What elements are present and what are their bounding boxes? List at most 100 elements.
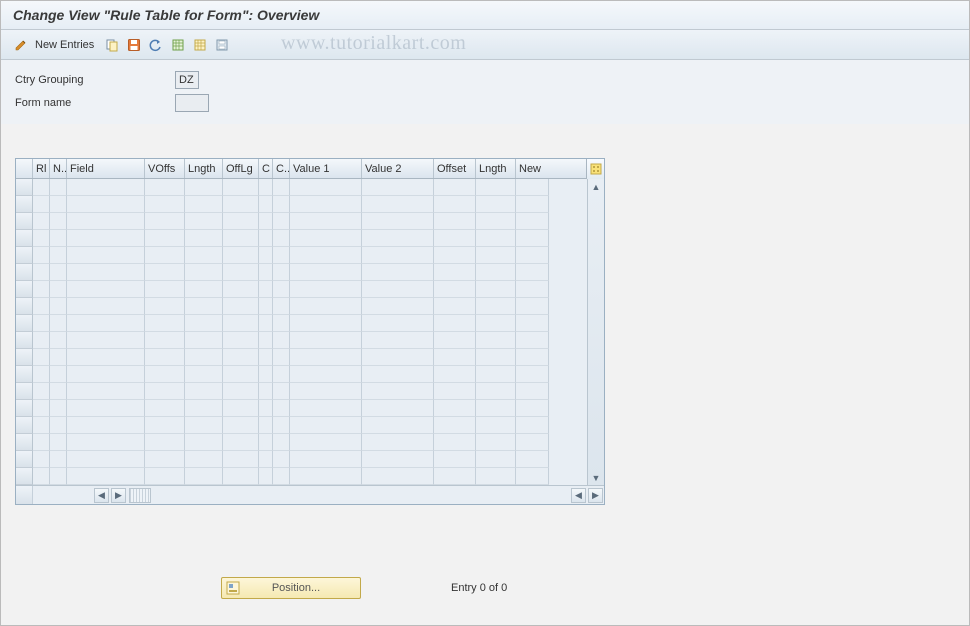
- table-cell[interactable]: [223, 417, 259, 434]
- column-n[interactable]: N..: [50, 159, 67, 178]
- table-row[interactable]: [16, 315, 587, 332]
- table-cell[interactable]: [273, 451, 290, 468]
- table-cell[interactable]: [185, 298, 223, 315]
- table-cell[interactable]: [290, 349, 362, 366]
- table-cell[interactable]: [516, 298, 549, 315]
- table-cell[interactable]: [516, 349, 549, 366]
- column-voffs[interactable]: VOffs: [145, 159, 185, 178]
- table-cell[interactable]: [145, 281, 185, 298]
- table-cell[interactable]: [50, 230, 67, 247]
- table-cell[interactable]: [50, 247, 67, 264]
- table-cell[interactable]: [476, 366, 516, 383]
- table-cell[interactable]: [185, 383, 223, 400]
- column-new[interactable]: New: [516, 159, 549, 178]
- table-cell[interactable]: [50, 298, 67, 315]
- horizontal-scrollbar[interactable]: ◀ ▶ ◀ ▶: [16, 485, 604, 504]
- table-cell[interactable]: [273, 196, 290, 213]
- undo-icon[interactable]: [146, 35, 166, 55]
- table-cell[interactable]: [434, 264, 476, 281]
- scroll-right-icon[interactable]: ▶: [111, 488, 126, 503]
- table-cell[interactable]: [50, 332, 67, 349]
- table-cell[interactable]: [273, 468, 290, 485]
- table-cell[interactable]: [223, 281, 259, 298]
- row-selector[interactable]: [16, 196, 33, 213]
- table-cell[interactable]: [273, 349, 290, 366]
- table-cell[interactable]: [516, 366, 549, 383]
- table-cell[interactable]: [362, 366, 434, 383]
- table-cell[interactable]: [273, 213, 290, 230]
- table-cell[interactable]: [290, 196, 362, 213]
- table-cell[interactable]: [362, 213, 434, 230]
- column-lngth[interactable]: Lngth: [185, 159, 223, 178]
- row-selector[interactable]: [16, 264, 33, 281]
- table-cell[interactable]: [290, 264, 362, 281]
- table-cell[interactable]: [145, 196, 185, 213]
- table-cell[interactable]: [259, 247, 273, 264]
- table-cell[interactable]: [145, 383, 185, 400]
- table-cell[interactable]: [259, 298, 273, 315]
- table-cell[interactable]: [33, 417, 50, 434]
- table-row[interactable]: [16, 366, 587, 383]
- table-cell[interactable]: [223, 196, 259, 213]
- table-cell[interactable]: [362, 434, 434, 451]
- table-cell[interactable]: [259, 417, 273, 434]
- table-cell[interactable]: [33, 383, 50, 400]
- table-cell[interactable]: [273, 179, 290, 196]
- table-cell[interactable]: [434, 196, 476, 213]
- table-cell[interactable]: [33, 213, 50, 230]
- table-cell[interactable]: [273, 264, 290, 281]
- table-cell[interactable]: [259, 264, 273, 281]
- scroll-left2-icon[interactable]: ◀: [571, 488, 586, 503]
- table-row[interactable]: [16, 417, 587, 434]
- table-cell[interactable]: [516, 264, 549, 281]
- row-selector[interactable]: [16, 434, 33, 451]
- row-selector[interactable]: [16, 315, 33, 332]
- table-cell[interactable]: [145, 417, 185, 434]
- table-row[interactable]: [16, 400, 587, 417]
- table-cell[interactable]: [273, 400, 290, 417]
- table-cell[interactable]: [50, 383, 67, 400]
- table-cell[interactable]: [362, 315, 434, 332]
- table-cell[interactable]: [33, 179, 50, 196]
- table-cell[interactable]: [516, 179, 549, 196]
- table-cell[interactable]: [476, 315, 516, 332]
- table-cell[interactable]: [290, 366, 362, 383]
- table-cell[interactable]: [33, 315, 50, 332]
- table-cell[interactable]: [223, 264, 259, 281]
- ctry-grouping-field[interactable]: [175, 71, 199, 89]
- table-cell[interactable]: [67, 196, 145, 213]
- table-cell[interactable]: [223, 247, 259, 264]
- table-cell[interactable]: [33, 196, 50, 213]
- table-cell[interactable]: [145, 230, 185, 247]
- table-cell[interactable]: [50, 281, 67, 298]
- table-cell[interactable]: [67, 230, 145, 247]
- row-selector[interactable]: [16, 230, 33, 247]
- table-cell[interactable]: [362, 230, 434, 247]
- table-cell[interactable]: [290, 230, 362, 247]
- table-cell[interactable]: [50, 434, 67, 451]
- table-cell[interactable]: [516, 247, 549, 264]
- table-cell[interactable]: [50, 349, 67, 366]
- table-cell[interactable]: [362, 196, 434, 213]
- table-cell[interactable]: [362, 417, 434, 434]
- table-cell[interactable]: [259, 230, 273, 247]
- table-cell[interactable]: [476, 179, 516, 196]
- table-row[interactable]: [16, 196, 587, 213]
- column-c2[interactable]: C..: [273, 159, 290, 178]
- table-row[interactable]: [16, 213, 587, 230]
- table-cell[interactable]: [223, 298, 259, 315]
- table-cell[interactable]: [434, 434, 476, 451]
- table-cell[interactable]: [259, 196, 273, 213]
- table-cell[interactable]: [476, 417, 516, 434]
- table-cell[interactable]: [50, 451, 67, 468]
- table-cell[interactable]: [290, 247, 362, 264]
- table-row[interactable]: [16, 383, 587, 400]
- table-cell[interactable]: [476, 230, 516, 247]
- table-cell[interactable]: [434, 230, 476, 247]
- table-cell[interactable]: [67, 213, 145, 230]
- table-cell[interactable]: [434, 179, 476, 196]
- table-cell[interactable]: [67, 298, 145, 315]
- table-cell[interactable]: [273, 366, 290, 383]
- table-cell[interactable]: [50, 264, 67, 281]
- table-cell[interactable]: [145, 451, 185, 468]
